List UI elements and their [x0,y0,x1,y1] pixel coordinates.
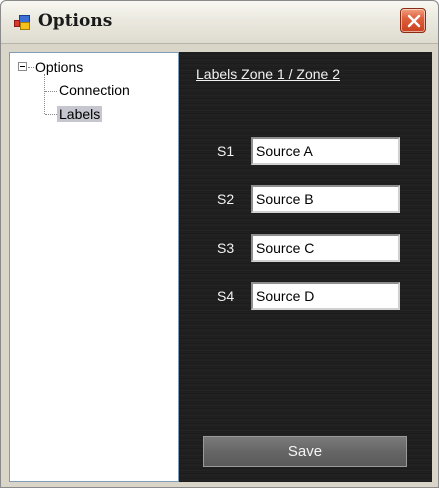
options-window: Options Options Connection Labels Labels… [0,0,439,488]
tree-item-options[interactable]: Options [35,59,83,75]
app-icon [14,15,30,30]
tree-collapse-toggle[interactable] [18,62,27,71]
tree-item-labels[interactable]: Labels [57,106,103,122]
close-icon [407,14,421,28]
tree-item-connection[interactable]: Connection [59,82,130,98]
options-tree: Options Connection Labels [9,52,179,482]
title-bar[interactable]: Options [1,1,438,44]
source-2-input[interactable] [251,185,400,213]
source-1-label: S1 [217,143,235,159]
source-4-input[interactable] [251,282,400,310]
window-title: Options [38,11,113,31]
save-button[interactable]: Save [203,436,407,467]
source-3-input[interactable] [251,234,400,262]
labels-panel: Labels Zone 1 / Zone 2 S1 S2 S3 S4 Save [179,52,432,482]
zone-labels-link[interactable]: Labels Zone 1 / Zone 2 [196,66,340,82]
close-button[interactable] [400,8,426,33]
source-1-input[interactable] [251,137,400,165]
source-2-label: S2 [217,191,235,207]
source-3-label: S3 [217,240,235,256]
source-4-label: S4 [217,288,235,304]
